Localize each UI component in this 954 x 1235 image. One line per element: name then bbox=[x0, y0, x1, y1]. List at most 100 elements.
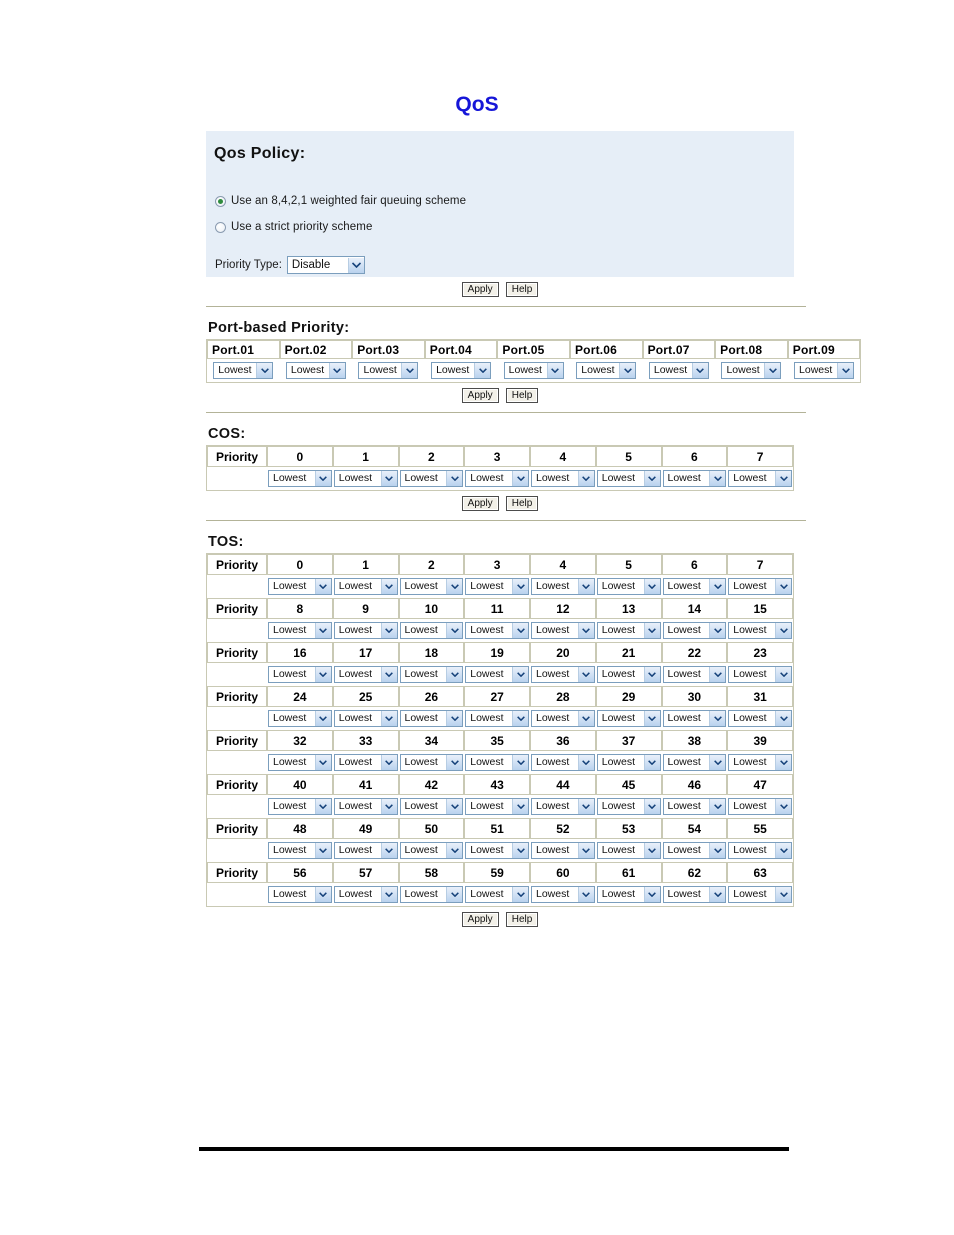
chevron-down-icon[interactable] bbox=[619, 363, 636, 378]
cos-priority-select-5[interactable]: Lowest bbox=[596, 470, 661, 487]
tos-priority-select-13[interactable]: Lowest bbox=[596, 622, 661, 639]
port-based-apply-button[interactable]: Apply bbox=[461, 388, 499, 403]
tos-priority-select-28[interactable]: Lowest bbox=[531, 710, 595, 727]
tos-priority-select-12[interactable]: Lowest bbox=[531, 622, 595, 639]
chevron-down-icon[interactable] bbox=[775, 623, 791, 638]
chevron-down-icon[interactable] bbox=[709, 711, 726, 726]
chevron-down-icon[interactable] bbox=[691, 363, 708, 378]
tos-priority-select-34[interactable]: Lowest bbox=[399, 754, 464, 771]
chevron-down-icon[interactable] bbox=[512, 623, 528, 638]
tos-priority-select-44[interactable]: Lowest bbox=[531, 798, 595, 815]
port-priority-select-8[interactable]: Lowest bbox=[721, 362, 782, 379]
tos-priority-select-39[interactable]: Lowest bbox=[728, 754, 792, 771]
chevron-down-icon[interactable] bbox=[328, 363, 345, 378]
policy-option-strict-priority[interactable]: Use a strict priority scheme bbox=[215, 221, 372, 233]
chevron-down-icon[interactable] bbox=[380, 471, 397, 486]
chevron-down-icon[interactable] bbox=[837, 363, 854, 378]
chevron-down-icon[interactable] bbox=[577, 755, 594, 770]
priority-type-select[interactable]: Disable bbox=[286, 256, 365, 274]
tos-priority-select-49[interactable]: Lowest bbox=[333, 842, 398, 859]
radio-selected-icon[interactable] bbox=[215, 195, 226, 207]
tos-priority-select-16[interactable]: Lowest bbox=[268, 666, 332, 683]
chevron-down-icon[interactable] bbox=[446, 579, 463, 594]
port-priority-select-3[interactable]: Lowest bbox=[358, 362, 419, 379]
tos-priority-select-42[interactable]: Lowest bbox=[399, 798, 464, 815]
tos-priority-select-38[interactable]: Lowest bbox=[662, 754, 727, 771]
tos-priority-select-31[interactable]: Lowest bbox=[728, 710, 792, 727]
chevron-down-icon[interactable] bbox=[314, 579, 331, 594]
chevron-down-icon[interactable] bbox=[709, 667, 726, 682]
tos-priority-select-1[interactable]: Lowest bbox=[333, 578, 398, 595]
chevron-down-icon[interactable] bbox=[643, 667, 660, 682]
chevron-down-icon[interactable] bbox=[577, 667, 594, 682]
chevron-down-icon[interactable] bbox=[643, 799, 660, 814]
chevron-down-icon[interactable] bbox=[775, 667, 791, 682]
chevron-down-icon[interactable] bbox=[314, 799, 331, 814]
chevron-down-icon[interactable] bbox=[512, 711, 528, 726]
cos-priority-select-2[interactable]: Lowest bbox=[399, 470, 464, 487]
tos-priority-select-56[interactable]: Lowest bbox=[268, 886, 332, 903]
tos-priority-select-37[interactable]: Lowest bbox=[596, 754, 661, 771]
chevron-down-icon[interactable] bbox=[314, 471, 331, 486]
tos-priority-select-2[interactable]: Lowest bbox=[399, 578, 464, 595]
chevron-down-icon[interactable] bbox=[643, 887, 660, 902]
chevron-down-icon[interactable] bbox=[709, 471, 726, 486]
chevron-down-icon[interactable] bbox=[775, 799, 791, 814]
tos-priority-select-30[interactable]: Lowest bbox=[662, 710, 727, 727]
chevron-down-icon[interactable] bbox=[380, 843, 397, 858]
cos-priority-select-7[interactable]: Lowest bbox=[728, 470, 792, 487]
tos-priority-select-33[interactable]: Lowest bbox=[333, 754, 398, 771]
tos-priority-select-26[interactable]: Lowest bbox=[399, 710, 464, 727]
tos-priority-select-9[interactable]: Lowest bbox=[333, 622, 398, 639]
chevron-down-icon[interactable] bbox=[512, 843, 528, 858]
chevron-down-icon[interactable] bbox=[709, 579, 726, 594]
tos-priority-select-54[interactable]: Lowest bbox=[662, 842, 727, 859]
tos-priority-select-7[interactable]: Lowest bbox=[728, 578, 792, 595]
cos-priority-select-6[interactable]: Lowest bbox=[662, 470, 727, 487]
chevron-down-icon[interactable] bbox=[380, 755, 397, 770]
cos-priority-select-0[interactable]: Lowest bbox=[268, 470, 332, 487]
chevron-down-icon[interactable] bbox=[643, 471, 660, 486]
tos-priority-select-11[interactable]: Lowest bbox=[465, 622, 529, 639]
chevron-down-icon[interactable] bbox=[380, 887, 397, 902]
tos-priority-select-40[interactable]: Lowest bbox=[268, 798, 332, 815]
chevron-down-icon[interactable] bbox=[380, 623, 397, 638]
chevron-down-icon[interactable] bbox=[512, 755, 528, 770]
tos-priority-select-17[interactable]: Lowest bbox=[333, 666, 398, 683]
chevron-down-icon[interactable] bbox=[709, 843, 726, 858]
chevron-down-icon[interactable] bbox=[775, 843, 791, 858]
chevron-down-icon[interactable] bbox=[446, 755, 463, 770]
chevron-down-icon[interactable] bbox=[546, 363, 563, 378]
chevron-down-icon[interactable] bbox=[512, 579, 528, 594]
tos-priority-select-14[interactable]: Lowest bbox=[662, 622, 727, 639]
chevron-down-icon[interactable] bbox=[709, 887, 726, 902]
chevron-down-icon[interactable] bbox=[347, 257, 364, 273]
chevron-down-icon[interactable] bbox=[643, 623, 660, 638]
tos-priority-select-25[interactable]: Lowest bbox=[333, 710, 398, 727]
tos-priority-select-52[interactable]: Lowest bbox=[531, 842, 595, 859]
tos-help-button[interactable]: Help bbox=[505, 912, 539, 927]
chevron-down-icon[interactable] bbox=[380, 579, 397, 594]
chevron-down-icon[interactable] bbox=[512, 471, 528, 486]
chevron-down-icon[interactable] bbox=[474, 363, 491, 378]
port-based-help-button[interactable]: Help bbox=[505, 388, 539, 403]
chevron-down-icon[interactable] bbox=[314, 711, 331, 726]
chevron-down-icon[interactable] bbox=[709, 799, 726, 814]
tos-priority-select-22[interactable]: Lowest bbox=[662, 666, 727, 683]
chevron-down-icon[interactable] bbox=[643, 711, 660, 726]
tos-priority-select-60[interactable]: Lowest bbox=[531, 886, 595, 903]
tos-priority-select-63[interactable]: Lowest bbox=[728, 886, 792, 903]
radio-unselected-icon[interactable] bbox=[215, 221, 226, 233]
tos-priority-select-19[interactable]: Lowest bbox=[465, 666, 529, 683]
tos-priority-select-43[interactable]: Lowest bbox=[465, 798, 529, 815]
chevron-down-icon[interactable] bbox=[643, 579, 660, 594]
tos-priority-select-18[interactable]: Lowest bbox=[399, 666, 464, 683]
port-priority-select-6[interactable]: Lowest bbox=[576, 362, 637, 379]
tos-priority-select-32[interactable]: Lowest bbox=[268, 754, 332, 771]
tos-priority-select-27[interactable]: Lowest bbox=[465, 710, 529, 727]
tos-priority-select-61[interactable]: Lowest bbox=[596, 886, 661, 903]
chevron-down-icon[interactable] bbox=[446, 887, 463, 902]
chevron-down-icon[interactable] bbox=[512, 799, 528, 814]
chevron-down-icon[interactable] bbox=[380, 711, 397, 726]
chevron-down-icon[interactable] bbox=[314, 623, 331, 638]
